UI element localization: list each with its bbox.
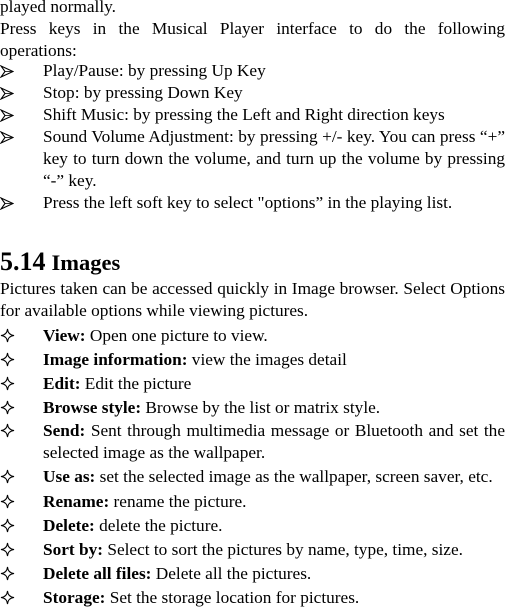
option-term: Edit: <box>43 374 81 393</box>
option-term: Delete: <box>43 516 95 535</box>
option-term: Storage: <box>43 588 106 607</box>
option-term: Send: <box>43 421 86 440</box>
list-item: Shift Music: by pressing the Left and Ri… <box>0 104 505 126</box>
section-heading: 5.14 Images <box>0 247 120 278</box>
option-term: Sort by: <box>43 540 104 559</box>
option-description: delete the picture. <box>94 516 223 535</box>
option-description: rename the picture. <box>109 492 247 511</box>
four-point-star-bullet-icon <box>0 562 20 586</box>
option-term: Rename: <box>43 492 110 511</box>
list-item: Send: Sent through multimedia message or… <box>0 420 505 464</box>
list-item: Play/Pause: by pressing Up Key <box>0 60 505 82</box>
four-point-star-bullet-icon <box>0 420 20 442</box>
section-number: 5.14 <box>0 247 46 276</box>
option-term: View: <box>43 326 86 345</box>
music-player-intro: Press keys in the Musical Player interfa… <box>0 19 505 60</box>
list-item-text: Shift Music: by pressing the Left and Ri… <box>43 105 445 124</box>
option-term: Browse style: <box>43 398 142 417</box>
list-item: Press the left soft key to select "optio… <box>0 192 505 214</box>
option-description: Sent through multimedia message or Bluet… <box>43 421 505 462</box>
four-point-star-bullet-icon <box>0 348 20 372</box>
arrowhead-bullet-icon <box>0 82 20 104</box>
list-item: Browse style: Browse by the list or matr… <box>0 396 505 420</box>
four-point-star-bullet-icon <box>0 586 20 610</box>
option-description: Open one picture to view. <box>85 326 268 345</box>
four-point-star-bullet-icon <box>0 324 20 348</box>
image-options-list: View: Open one picture to view. Image inf… <box>0 324 505 610</box>
option-description: Set the storage location for pictures. <box>105 588 360 607</box>
arrowhead-bullet-icon <box>0 60 20 82</box>
list-item: Use as: set the selected image as the wa… <box>0 466 505 488</box>
option-description: set the selected image as the wallpaper,… <box>95 467 493 486</box>
list-item: Rename: rename the picture. <box>0 490 505 514</box>
list-item-text: Press the left soft key to select "optio… <box>43 193 453 212</box>
list-item-text: Play/Pause: by pressing Up Key <box>43 61 266 80</box>
list-item: Stop: by pressing Down Key <box>0 82 505 104</box>
option-term: Delete all files: <box>43 564 152 583</box>
list-item: Delete all files: Delete all the picture… <box>0 562 505 586</box>
option-term: Use as: <box>43 467 96 486</box>
four-point-star-bullet-icon <box>0 466 20 488</box>
images-intro: Pictures taken can be accessed quickly i… <box>0 279 505 320</box>
option-term: Image information: <box>43 350 188 369</box>
list-item: View: Open one picture to view. <box>0 324 505 348</box>
list-item: Storage: Set the storage location for pi… <box>0 586 505 610</box>
list-item: Image information: view the images detai… <box>0 348 505 372</box>
four-point-star-bullet-icon <box>0 538 20 562</box>
four-point-star-bullet-icon <box>0 514 20 538</box>
music-operations-list: Play/Pause: by pressing Up Key Stop: by … <box>0 60 505 214</box>
list-item: Sort by: Select to sort the pictures by … <box>0 538 505 562</box>
arrowhead-bullet-icon <box>0 192 20 214</box>
option-description: view the images detail <box>187 350 347 369</box>
option-description: Delete all the pictures. <box>151 564 312 583</box>
four-point-star-bullet-icon <box>0 490 20 514</box>
option-description: Select to sort the pictures by name, typ… <box>103 540 463 559</box>
arrowhead-bullet-icon <box>0 104 20 126</box>
four-point-star-bullet-icon <box>0 396 20 420</box>
list-item: Sound Volume Adjustment: by pressing +/-… <box>0 126 505 192</box>
option-description: Edit the picture <box>80 374 192 393</box>
four-point-star-bullet-icon <box>0 372 20 396</box>
list-item-text: Sound Volume Adjustment: by pressing +/-… <box>43 127 505 190</box>
list-item: Delete: delete the picture. <box>0 514 505 538</box>
arrowhead-bullet-icon <box>0 126 20 148</box>
option-description: Browse by the list or matrix style. <box>141 398 381 417</box>
continuation-text: played normally. <box>0 0 116 16</box>
list-item-text: Stop: by pressing Down Key <box>43 83 243 102</box>
section-title: Images <box>51 250 121 275</box>
list-item: Edit: Edit the picture <box>0 372 505 396</box>
